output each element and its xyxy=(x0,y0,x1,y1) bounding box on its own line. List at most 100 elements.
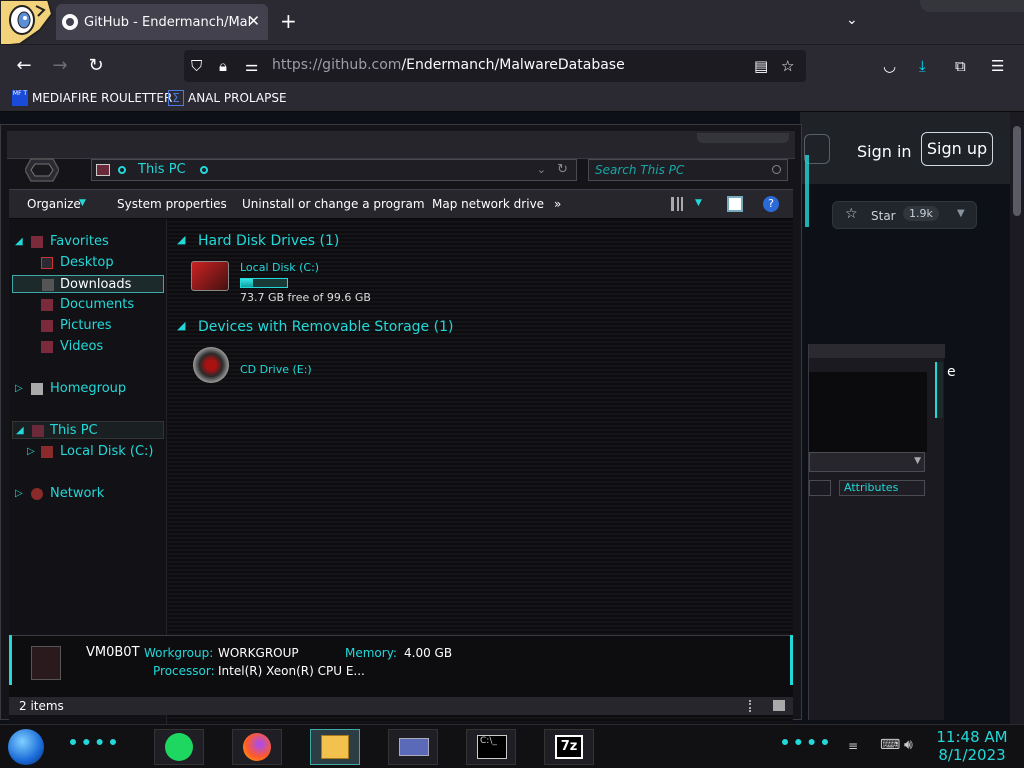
star-count: 1.9k xyxy=(903,206,939,221)
new-tab-button[interactable]: + xyxy=(280,9,297,33)
extensions-icon[interactable]: ⧉ xyxy=(955,56,966,76)
computer-name: VM0B0T xyxy=(86,645,140,660)
preview-pane-icon[interactable] xyxy=(727,196,743,212)
address-bar[interactable]: This PC ⌄ ↻ xyxy=(91,159,577,181)
explorer-window[interactable]: This PC ⌄ ↻ Search This PC Organize ▼ Sy… xyxy=(0,124,809,735)
help-icon[interactable]: ? xyxy=(763,196,779,212)
drive-e-item[interactable]: CD Drive (E:) xyxy=(187,343,387,387)
start-button[interactable] xyxy=(8,729,44,765)
bg-window-column-header-left[interactable] xyxy=(809,480,831,496)
nav-this-pc[interactable]: ◢ This PC xyxy=(12,421,164,439)
drive-c-usage-bar xyxy=(240,278,288,288)
desktop: Sign in Sign up ☆ Star 1.9k ▼ ▼ Attribut… xyxy=(0,0,1024,768)
group-collapse-icon[interactable]: ◢ xyxy=(177,319,185,332)
refresh-icon[interactable]: ↻ xyxy=(557,160,568,180)
nav-favorites[interactable]: ◢ Favorites xyxy=(9,233,167,251)
pc-icon xyxy=(96,164,110,176)
nav-videos[interactable]: Videos xyxy=(9,338,167,356)
taskbar-cmd[interactable]: C:\_ xyxy=(466,729,516,765)
videos-icon xyxy=(41,341,53,353)
frame-deco-right xyxy=(785,635,793,685)
taskbar-7zip[interactable]: 7z xyxy=(544,729,594,765)
github-favicon-icon xyxy=(62,14,78,30)
nav-downloads[interactable]: Downloads xyxy=(12,275,164,293)
nav-pictures[interactable]: Pictures xyxy=(9,317,167,335)
scrollbar-thumb[interactable] xyxy=(1013,126,1021,216)
volume-icon[interactable]: 🔊︎ xyxy=(904,737,913,753)
bg-window-column-header[interactable]: Attributes xyxy=(839,480,925,496)
search-input[interactable]: Search This PC xyxy=(588,159,788,181)
view-options-icon[interactable] xyxy=(671,197,683,211)
organize-button[interactable]: Organize xyxy=(27,197,81,211)
nav-homegroup[interactable]: ▷ Homegroup xyxy=(9,380,167,398)
lock-icon[interactable]: 🔒︎ xyxy=(219,56,227,76)
star-button[interactable]: ☆ Star 1.9k ▼ xyxy=(832,201,977,229)
tracking-protection-shield-icon[interactable]: ⛉ xyxy=(191,56,202,76)
bg-window-dropdown[interactable]: ▼ xyxy=(809,452,925,472)
taskbar-file-explorer[interactable] xyxy=(310,729,360,765)
more-commands-button[interactable]: » xyxy=(554,197,561,211)
nav-network[interactable]: ▷ Network xyxy=(9,485,167,503)
url-bar[interactable]: ⛉ 🔒︎ ⚌ https://github.com/Endermanch/Mal… xyxy=(184,50,806,82)
computer-icon xyxy=(31,646,61,680)
nav-label: Local Disk (C:) xyxy=(60,444,154,459)
large-icons-view-icon[interactable] xyxy=(773,700,785,711)
bookmark-mediafire[interactable]: MF T MEDIAFIRE ROULETTER xyxy=(12,90,172,106)
drive-c-name: Local Disk (C:) xyxy=(240,261,320,274)
taskbar: C:\_ 7z ≡ ⌨ 🔊︎ 11:48 AM 8/1/2023 xyxy=(0,724,1024,768)
taskbar-control-panel[interactable] xyxy=(388,729,438,765)
documents-icon xyxy=(41,299,53,311)
nav-desktop[interactable]: Desktop xyxy=(9,254,167,272)
taskbar-deco-left xyxy=(70,739,116,747)
7zip-icon: 7z xyxy=(555,735,583,759)
back-icon[interactable]: ← xyxy=(11,53,37,79)
navigation-toolbar: ← → ↻ ⛉ 🔒︎ ⚌ https://github.com/Enderman… xyxy=(0,44,1024,86)
page-scrollbar[interactable] xyxy=(1010,112,1024,724)
taskbar-spotify[interactable] xyxy=(154,729,204,765)
sign-in-link[interactable]: Sign in xyxy=(857,142,912,161)
system-properties-button[interactable]: System properties xyxy=(117,197,227,211)
network-tray-icon[interactable]: ⌨ xyxy=(880,737,900,753)
star-dropdown-icon[interactable]: ▼ xyxy=(957,208,965,219)
reader-view-icon[interactable]: ▤ xyxy=(754,56,768,76)
nav-label: Downloads xyxy=(60,277,132,292)
permissions-icon[interactable]: ⚌ xyxy=(245,56,258,76)
breadcrumb-separator-icon xyxy=(118,166,126,174)
sign-up-button[interactable]: Sign up xyxy=(921,132,993,166)
url-text: https://github.com/Endermanch/MalwareDat… xyxy=(272,57,625,73)
processor-value: Intel(R) Xeon(R) CPU E... xyxy=(218,664,365,678)
show-hidden-icons-icon[interactable]: ≡ xyxy=(848,739,858,753)
nav-label: Desktop xyxy=(60,255,114,270)
pocket-icon[interactable]: ◡ xyxy=(883,56,896,76)
close-tab-icon[interactable]: ✕ xyxy=(247,12,260,30)
taskbar-firefox[interactable] xyxy=(232,729,282,765)
explorer-titlebar[interactable] xyxy=(7,131,795,159)
address-text: This PC xyxy=(138,162,186,177)
group-collapse-icon[interactable]: ◢ xyxy=(177,233,185,246)
bookmark-anal-prolapse[interactable]: Σ ANAL PROLAPSE xyxy=(168,90,287,106)
view-dropdown-icon[interactable]: ▼ xyxy=(695,198,702,208)
window-edge-deco xyxy=(920,0,1024,12)
bookmark-star-icon[interactable]: ☆ xyxy=(781,56,794,76)
taskbar-deco-right xyxy=(782,739,828,747)
expand-arrow-icon: ▷ xyxy=(15,383,23,394)
forward-icon[interactable]: → xyxy=(47,53,73,79)
map-network-drive-button[interactable]: Map network drive xyxy=(432,197,544,211)
details-view-icon[interactable] xyxy=(749,700,757,712)
firefox-icon xyxy=(243,733,271,761)
drive-c-item[interactable]: Local Disk (C:) 73.7 GB free of 99.6 GB xyxy=(187,257,427,304)
menu-hamburger-icon[interactable]: ☰ xyxy=(991,56,1004,76)
address-dropdown-icon[interactable]: ⌄ xyxy=(537,160,546,180)
uninstall-program-button[interactable]: Uninstall or change a program xyxy=(242,197,425,211)
group-hard-disk-drives[interactable]: Hard Disk Drives (1) xyxy=(198,233,339,249)
nav-documents[interactable]: Documents xyxy=(9,296,167,314)
url-host: https://github.com xyxy=(272,57,402,73)
clock[interactable]: 11:48 AM 8/1/2023 xyxy=(936,728,1008,764)
group-removable-storage[interactable]: Devices with Removable Storage (1) xyxy=(198,319,453,335)
downloads-arrow-icon[interactable]: ⤓ xyxy=(919,56,926,76)
nav-local-disk[interactable]: ▷ Local Disk (C:) xyxy=(9,443,167,461)
tab-github[interactable]: GitHub - Endermanch/MalwareDatabase ✕ xyxy=(56,4,268,40)
drive-e-name: CD Drive (E:) xyxy=(240,363,312,376)
reload-icon[interactable]: ↻ xyxy=(83,53,109,79)
tab-list-chevron-icon[interactable]: ⌄ xyxy=(846,12,858,28)
